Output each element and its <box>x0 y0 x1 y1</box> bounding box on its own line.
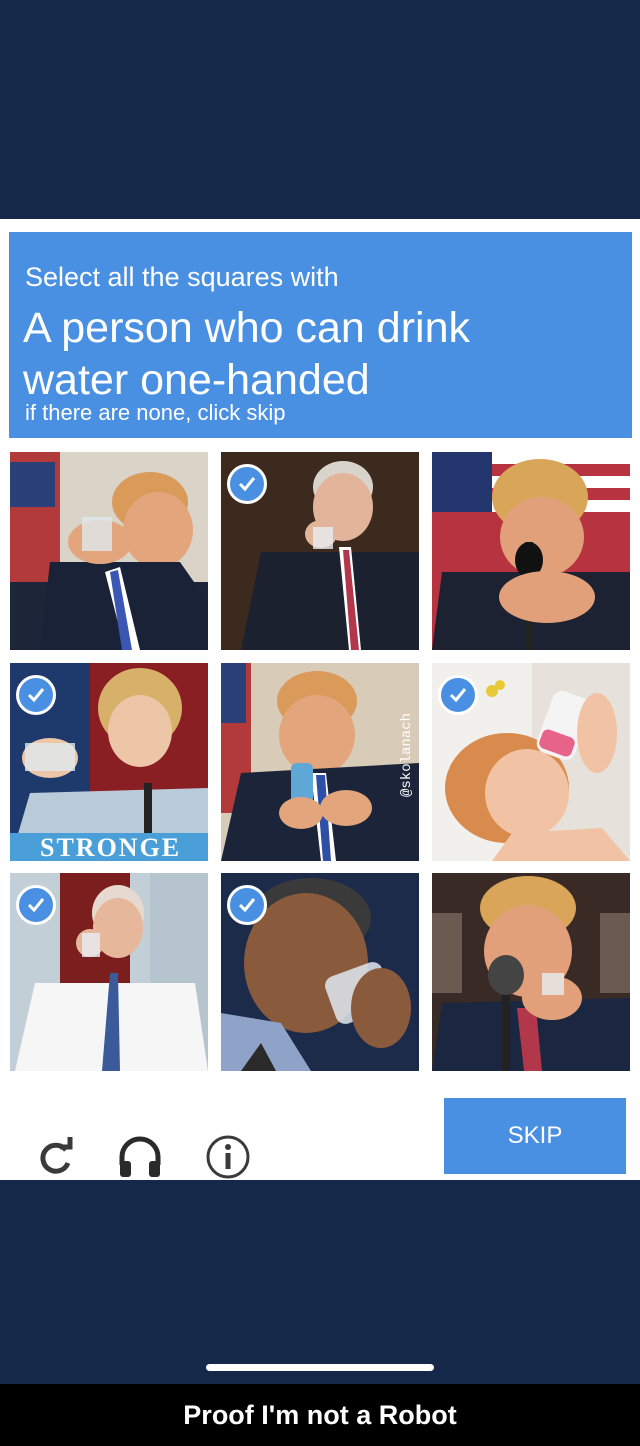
home-indicator <box>206 1364 434 1371</box>
info-icon[interactable] <box>204 1133 252 1181</box>
tile-photo <box>221 663 419 861</box>
tile-photo <box>10 452 208 650</box>
selected-check-icon <box>16 675 56 715</box>
watermark-text: @skolanach <box>399 713 415 798</box>
tile-4[interactable]: STRONGE <box>10 663 208 861</box>
selected-check-icon <box>438 675 478 715</box>
tile-2[interactable] <box>221 452 419 650</box>
tile-7[interactable] <box>10 873 208 1071</box>
image-grid: STRONGE @skolanach <box>0 219 640 1180</box>
tile-8[interactable] <box>221 873 419 1071</box>
captcha-widget: Select all the squares with A person who… <box>0 219 640 1180</box>
selected-check-icon <box>227 464 267 504</box>
caption-bar: Proof I'm not a Robot <box>0 1384 640 1446</box>
headphones-icon[interactable] <box>116 1133 164 1181</box>
tile-1[interactable] <box>10 452 208 650</box>
skip-button[interactable]: SKIP <box>444 1098 626 1174</box>
tile-9[interactable] <box>432 873 630 1071</box>
tile-sign-text: STRONGE <box>10 833 208 861</box>
reload-icon[interactable] <box>32 1133 80 1181</box>
tile-6[interactable] <box>432 663 630 861</box>
selected-check-icon <box>227 885 267 925</box>
tile-photo <box>432 873 630 1071</box>
tile-5[interactable]: @skolanach <box>221 663 419 861</box>
selected-check-icon <box>16 885 56 925</box>
tile-3[interactable] <box>432 452 630 650</box>
tile-photo <box>432 452 630 650</box>
meme-caption: Proof I'm not a Robot <box>183 1400 457 1430</box>
